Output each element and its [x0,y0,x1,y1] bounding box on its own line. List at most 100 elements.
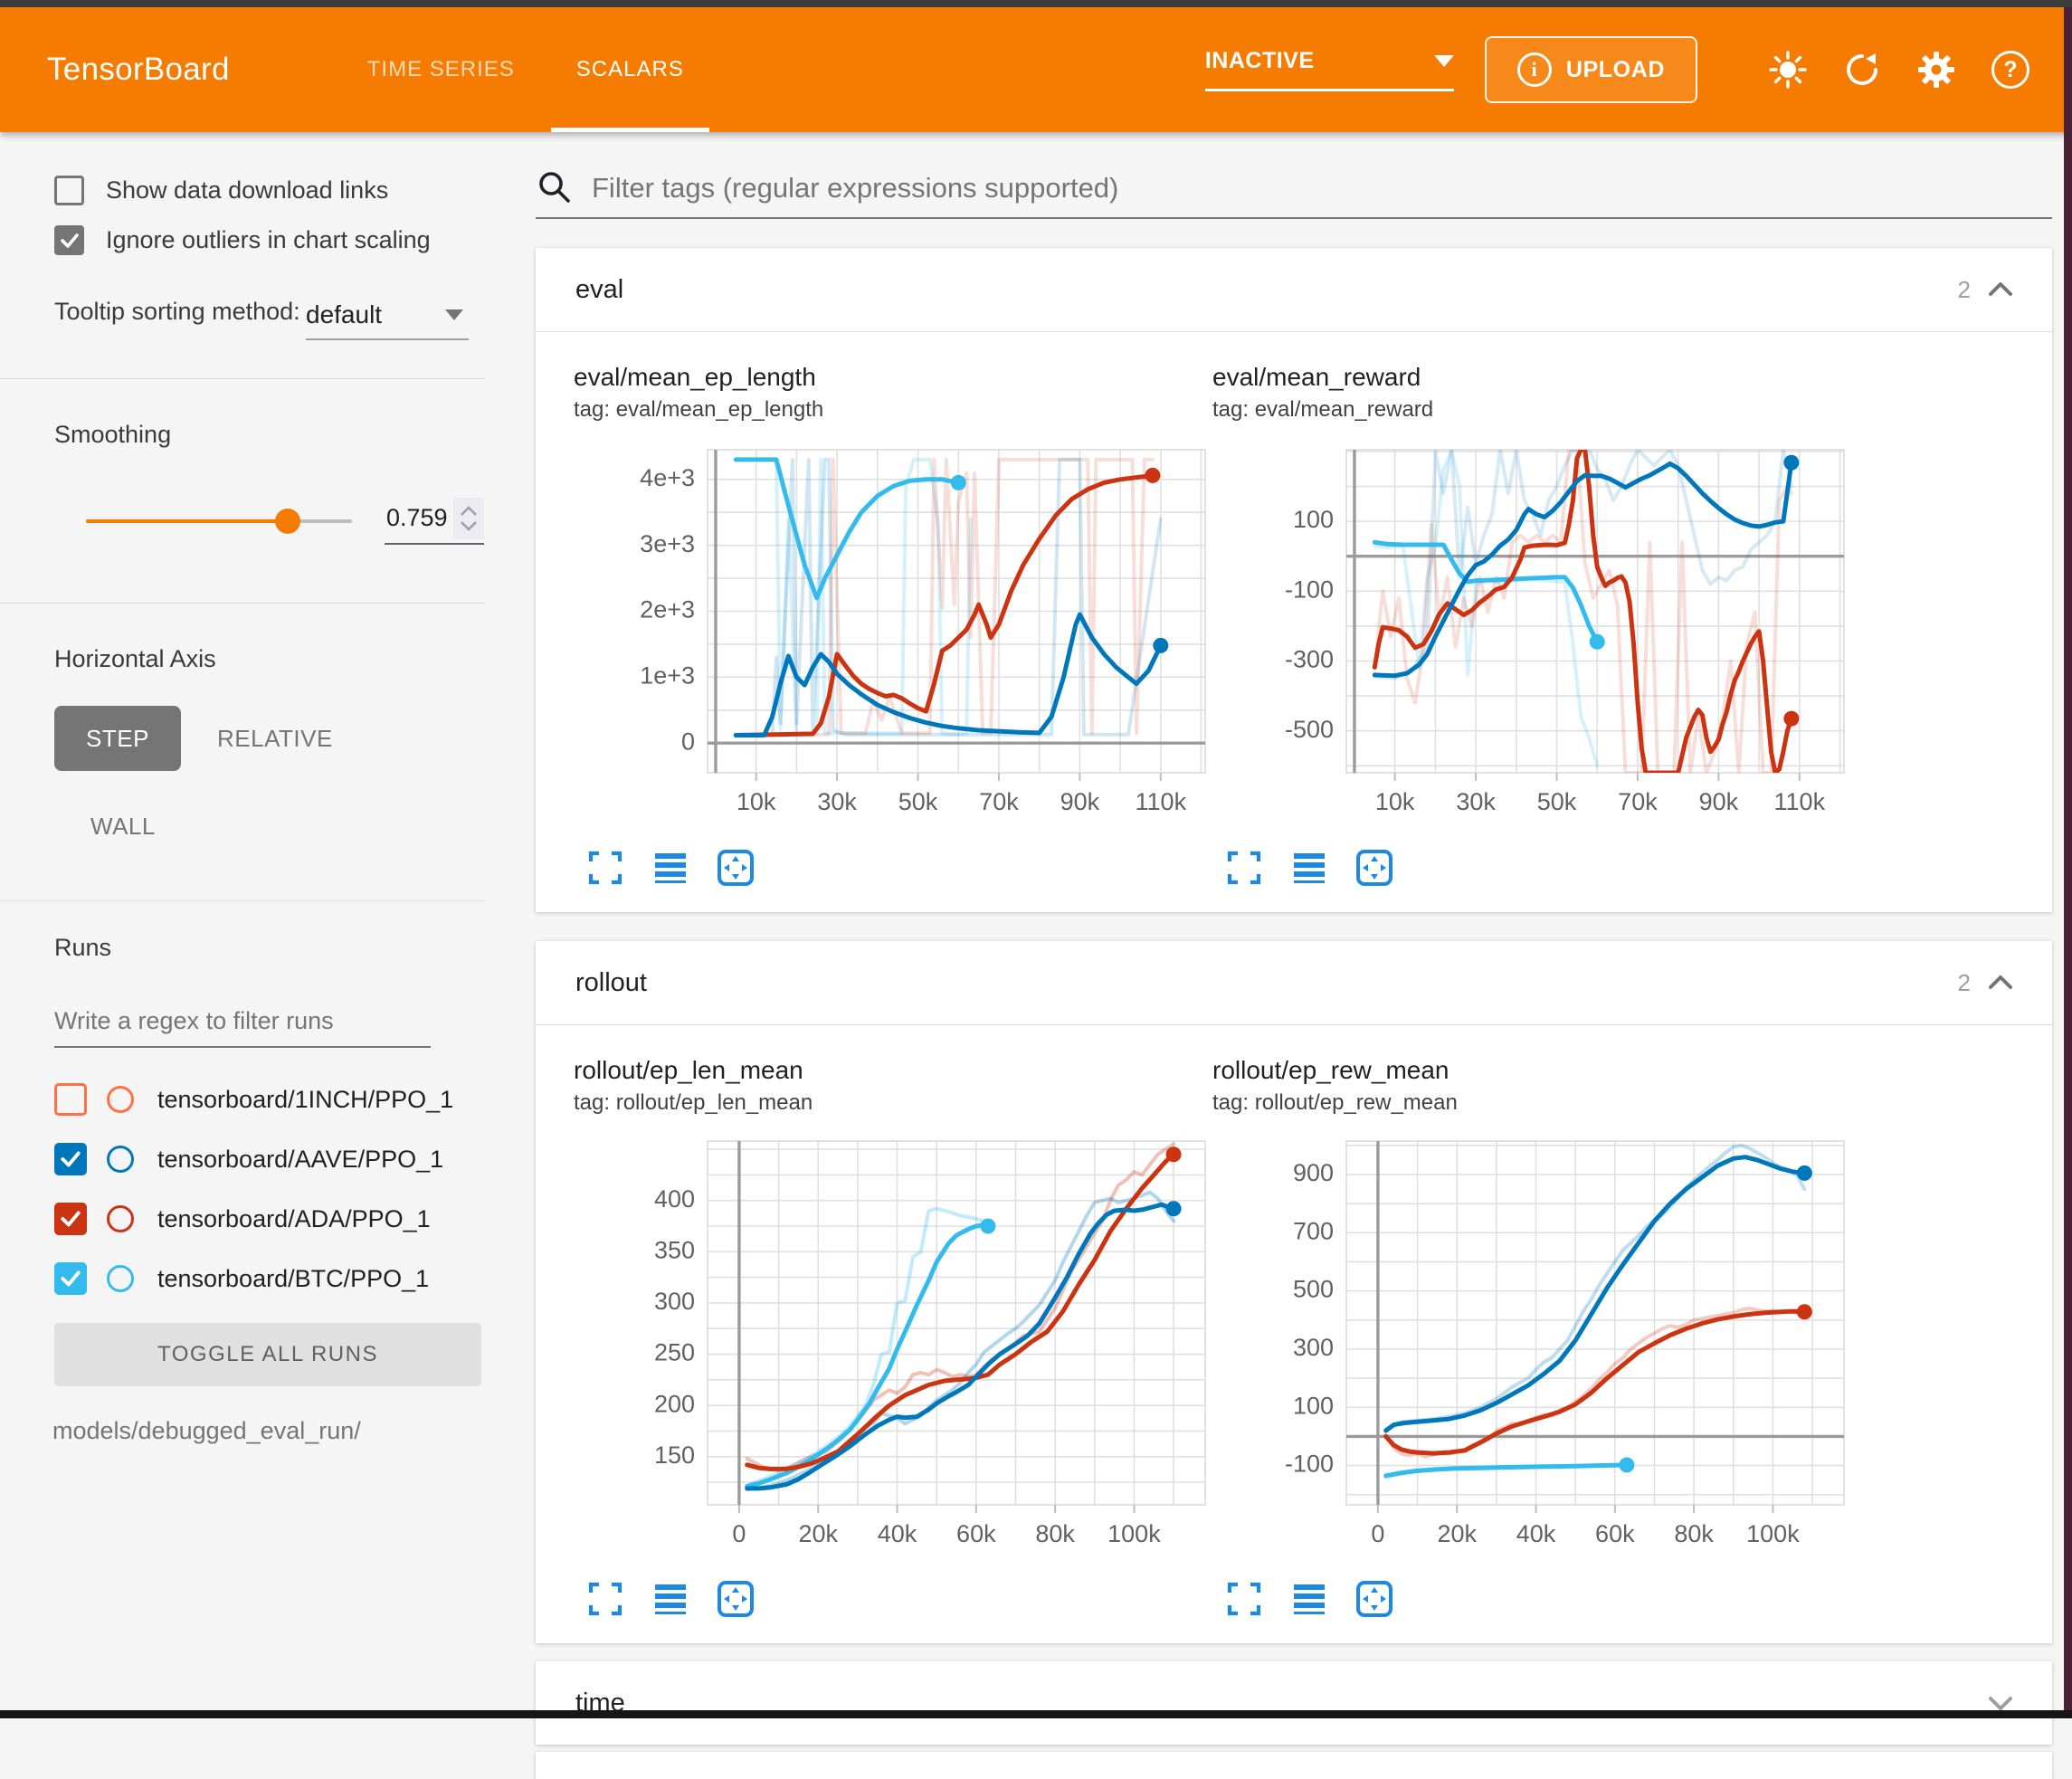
svg-text:70k: 70k [979,788,1019,815]
axis-wall-button[interactable]: WALL [90,813,156,840]
toggle-all-runs-button[interactable]: TOGGLE ALL RUNS [54,1323,481,1386]
ignore-outliers-row[interactable]: Ignore outliers in chart scaling [54,225,485,255]
fit-domain-icon[interactable] [1354,847,1395,889]
run-color-ring [107,1205,134,1232]
section-eval-header[interactable]: eval 2 [536,248,2052,331]
upload-button[interactable]: i UPLOAD [1485,36,1697,103]
chart-eval-mean-reward: eval/mean_reward tag: eval/mean_reward 1… [1212,363,1851,889]
fullscreen-icon[interactable] [585,847,626,889]
smoothing-input[interactable]: 0.759 [385,498,484,545]
line-chart[interactable]: 100-100-300-50010k30k50k70k90k110k [1212,435,1851,838]
checkbox-label: Show data download links [106,176,388,205]
runs-list-icon[interactable] [1288,847,1330,889]
run-row[interactable]: tensorboard/AAVE/PPO_1 [54,1138,485,1180]
smoothing-value: 0.759 [385,504,453,534]
svg-text:60k: 60k [956,1520,996,1547]
checkbox-unchecked[interactable] [54,176,84,205]
svg-text:100k: 100k [1107,1520,1161,1547]
chevron-down-icon [445,309,463,320]
run-checkbox[interactable] [54,1083,87,1116]
number-spinner[interactable] [453,498,484,539]
axis-relative-button[interactable]: RELATIVE [181,725,369,753]
help-icon[interactable]: ? [1991,50,2030,90]
refresh-icon[interactable] [1842,50,1882,90]
status-value: INACTIVE [1205,48,1315,74]
horizontal-axis-label: Horizontal Axis [54,645,485,673]
tooltip-sorting-value: default [306,300,382,329]
svg-text:110k: 110k [1136,788,1187,815]
filter-tags-input[interactable]: Filter tags (regular expressions support… [536,168,2052,219]
fullscreen-icon[interactable] [1223,1578,1265,1620]
chart-tag: tag: rollout/ep_rew_mean [1212,1090,1851,1116]
smoothing-slider[interactable] [86,519,352,523]
section-next-partial [536,1752,2052,1779]
section-rollout: rollout 2 rollout/ep_len_mean tag: rollo… [536,941,2052,1643]
slider-thumb[interactable] [275,509,300,534]
fullscreen-icon[interactable] [585,1578,626,1620]
runs-list-icon[interactable] [650,1578,691,1620]
window-top-edge [0,0,2072,7]
svg-text:300: 300 [1293,1334,1334,1361]
gear-icon[interactable] [1916,50,1956,90]
runs-list-icon[interactable] [650,847,691,889]
svg-text:0: 0 [1371,1520,1384,1547]
fit-domain-icon[interactable] [715,1578,756,1620]
fit-domain-icon[interactable] [1354,1578,1395,1620]
run-color-ring [107,1086,134,1113]
svg-text:250: 250 [654,1339,695,1366]
upload-label: UPLOAD [1566,57,1665,83]
run-row[interactable]: tensorboard/1INCH/PPO_1 [54,1079,485,1120]
tab-scalars[interactable]: SCALARS [546,7,715,132]
svg-text:-100: -100 [1285,1451,1334,1478]
fit-domain-icon[interactable] [715,847,756,889]
run-checkbox[interactable] [54,1262,87,1295]
run-label: tensorboard/ADA/PPO_1 [157,1205,431,1233]
svg-text:30k: 30k [817,788,857,815]
chart-title: eval/mean_ep_length [574,363,1212,392]
svg-text:-100: -100 [1285,576,1334,603]
runs-filter-input[interactable]: Write a regex to filter runs [54,1007,431,1048]
settings-sidebar: Show data download links Ignore outliers… [0,132,485,1710]
section-count: 2 [1958,276,1971,304]
svg-text:2e+3: 2e+3 [640,596,695,623]
svg-text:10k: 10k [737,788,776,815]
svg-text:90k: 90k [1060,788,1100,815]
svg-text:40k: 40k [878,1520,917,1547]
run-checkbox[interactable] [54,1143,87,1175]
window-right-edge [2064,7,2072,1718]
brightness-icon[interactable] [1768,50,1808,90]
run-label: tensorboard/AAVE/PPO_1 [157,1146,443,1174]
checkbox-label: Ignore outliers in chart scaling [106,226,431,254]
tooltip-sorting-select[interactable]: default [306,300,469,340]
svg-text:100: 100 [1293,506,1334,533]
svg-text:80k: 80k [1035,1520,1075,1547]
svg-text:350: 350 [654,1236,695,1263]
chevron-up-icon[interactable] [1983,276,2018,303]
chevron-up-icon[interactable] [1983,969,2018,996]
status-dropdown[interactable]: INACTIVE [1205,48,1454,91]
line-chart[interactable]: 150200250300350400020k40k60k80k100k [574,1128,1212,1569]
svg-text:20k: 20k [798,1520,838,1547]
axis-step-button[interactable]: STEP [54,706,181,771]
svg-text:1e+3: 1e+3 [640,661,695,689]
show-download-links-row[interactable]: Show data download links [54,176,485,205]
section-eval: eval 2 eval/mean_ep_length tag: eval/mea… [536,248,2052,912]
run-row[interactable]: tensorboard/ADA/PPO_1 [54,1198,485,1240]
svg-text:30k: 30k [1456,788,1496,815]
tab-time-series[interactable]: TIME SERIES [337,7,546,132]
filter-tags-placeholder: Filter tags (regular expressions support… [592,172,1118,205]
run-checkbox[interactable] [54,1203,87,1235]
divider [0,603,485,604]
section-rollout-header[interactable]: rollout 2 [536,941,2052,1024]
checkbox-checked[interactable] [54,225,84,255]
fullscreen-icon[interactable] [1223,847,1265,889]
line-chart[interactable]: 01e+32e+33e+34e+310k30k50k70k90k110k [574,435,1212,838]
runs-base-path: models/debugged_eval_run/ [52,1417,485,1445]
run-row[interactable]: tensorboard/BTC/PPO_1 [54,1258,485,1299]
line-chart[interactable]: 900700500300100-100020k40k60k80k100k [1212,1128,1851,1569]
section-count: 2 [1958,969,1971,997]
runs-list-icon[interactable] [1288,1578,1330,1620]
section-title: eval [575,275,623,305]
section-time-header[interactable]: time [536,1661,2052,1745]
svg-text:-300: -300 [1285,646,1334,673]
